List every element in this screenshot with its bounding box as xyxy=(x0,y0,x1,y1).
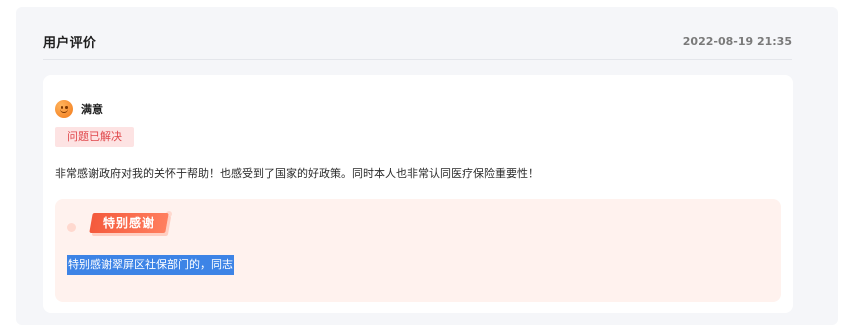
review-timestamp: 2022-08-19 21:35 xyxy=(682,34,792,48)
header-divider xyxy=(43,59,792,60)
rating-row: 满意 xyxy=(55,100,103,118)
special-thanks-text[interactable]: 特别感谢翠屏区社保部门的，同志 xyxy=(67,255,234,275)
review-panel: 满意 问题已解决 非常感谢政府对我的关怀于帮助！也感受到了国家的好政策。同时本人… xyxy=(43,75,793,313)
special-thanks-box: 特别感谢 特别感谢翠屏区社保部门的，同志 xyxy=(55,199,781,302)
review-header: 用户评价 2022-08-19 21:35 xyxy=(43,29,792,53)
decorative-dot xyxy=(67,223,76,232)
user-review-card: 用户评价 2022-08-19 21:35 满意 问题已解决 非常感谢政府对我的… xyxy=(16,7,838,325)
status-badge: 问题已解决 xyxy=(55,127,134,147)
ribbon-label: 特别感谢 xyxy=(103,216,156,230)
rating-label: 满意 xyxy=(81,103,103,116)
special-thanks-ribbon: 特别感谢 xyxy=(89,213,169,233)
page-title: 用户评价 xyxy=(43,35,97,51)
review-comment: 非常感谢政府对我的关怀于帮助！也感受到了国家的好政策。同时本人也非常认同医疗保险… xyxy=(55,167,539,180)
smile-icon xyxy=(55,100,73,118)
